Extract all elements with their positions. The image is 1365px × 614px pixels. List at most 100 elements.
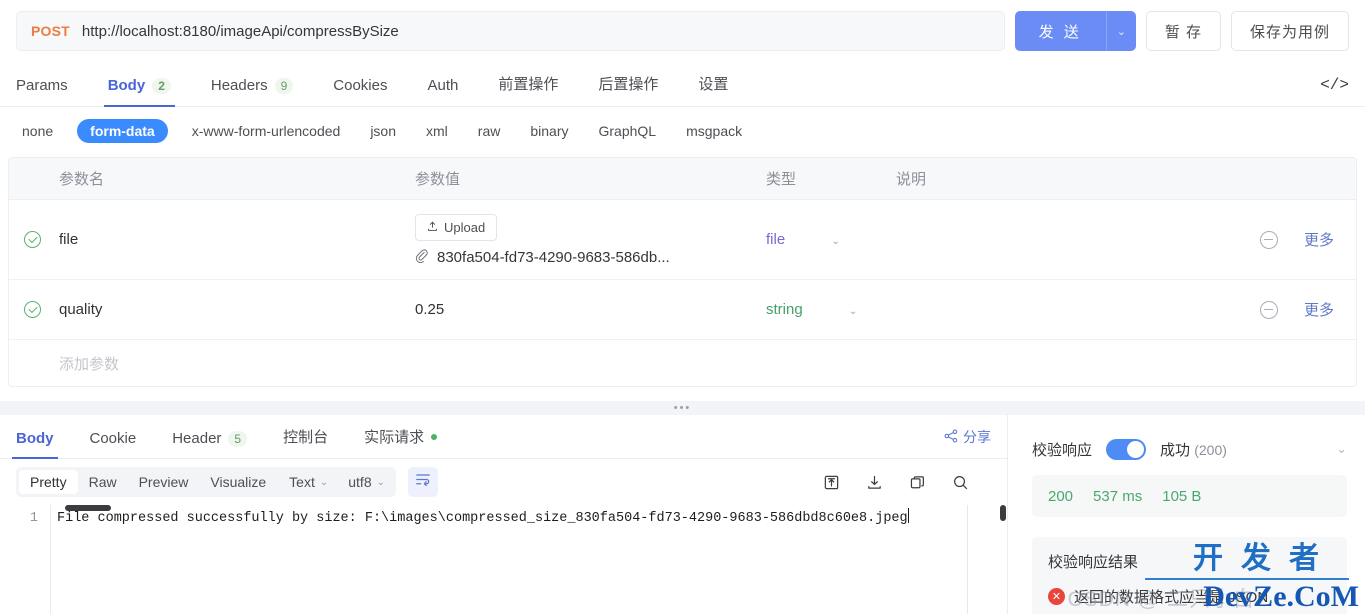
response-tab-cookie[interactable]: Cookie (90, 430, 137, 458)
share-button[interactable]: 分享 (944, 427, 991, 458)
request-tabs: Params Body 2 Headers 9 Cookies Auth 前置操… (0, 62, 1365, 107)
param-type-select[interactable]: string ⌄ (766, 301, 896, 318)
body-type-json[interactable]: json (364, 119, 402, 143)
body-type-xml[interactable]: xml (420, 119, 454, 143)
tab-pre-operation[interactable]: 前置操作 (498, 73, 558, 106)
chevron-down-icon[interactable]: ⌄ (849, 306, 857, 317)
http-method-label[interactable]: POST (31, 23, 70, 39)
export-icon[interactable] (823, 474, 840, 491)
body-type-msgpack[interactable]: msgpack (680, 119, 748, 143)
chevron-down-icon: ⌄ (376, 476, 385, 488)
remove-row-icon[interactable] (1259, 230, 1278, 249)
tab-label: 前置操作 (498, 76, 559, 93)
word-wrap-icon (415, 473, 431, 491)
metric-time: 537 ms (1093, 487, 1143, 505)
panel-splitter-handle[interactable]: ••• (0, 401, 1365, 415)
metric-size: 105 B (1162, 487, 1202, 505)
save-as-case-button[interactable]: 保存为用例 (1230, 11, 1349, 51)
tab-settings[interactable]: 设置 (698, 73, 728, 106)
response-tab-console[interactable]: 控制台 (283, 426, 328, 458)
editor-guide-line (967, 505, 968, 614)
line-number: 1 (29, 511, 38, 526)
response-body-text[interactable]: File compressed successfully by size: F:… (51, 505, 1007, 530)
body-type-binary[interactable]: binary (524, 119, 574, 143)
view-mode-group: Pretty Raw Preview Visualize Text ⌄ utf8… (16, 467, 396, 497)
validation-title: 校验响应 (1032, 441, 1093, 459)
row-actions: 更多 (1196, 299, 1356, 320)
response-tab-header[interactable]: Header 5 (172, 430, 248, 458)
view-mode-preview[interactable]: Preview (128, 470, 200, 494)
url-text[interactable]: http://localhost:8180/imageApi/compressB… (82, 23, 399, 40)
add-param-row[interactable]: 添加参数 (9, 340, 1356, 386)
tab-body[interactable]: Body 2 (103, 77, 176, 107)
row-more-button[interactable]: 更多 (1304, 229, 1334, 250)
tab-label: 设置 (698, 76, 729, 93)
tab-label: Body (107, 77, 146, 94)
url-input[interactable]: POST http://localhost:8180/imageApi/comp… (16, 11, 1005, 51)
download-icon[interactable] (866, 474, 883, 491)
copy-icon[interactable] (909, 474, 926, 491)
row-actions: 更多 (1196, 229, 1356, 250)
param-name-input[interactable]: quality (55, 301, 415, 318)
collapse-chevron-icon[interactable]: ⌄ (1336, 441, 1347, 457)
view-mode-pretty[interactable]: Pretty (19, 470, 78, 494)
validation-error-item: ✕ 返回的数据格式应当是 JSON (1048, 586, 1331, 607)
send-options-caret-icon[interactable]: ⌄ (1105, 11, 1136, 51)
body-type-graphql[interactable]: GraphQL (592, 119, 662, 143)
response-body-editor[interactable]: 1 File compressed successfully by size: … (0, 505, 1007, 614)
chevron-down-icon[interactable]: ⌄ (831, 236, 839, 247)
body-type-form-data[interactable]: form-data (77, 119, 168, 143)
tab-label: Cookies (333, 77, 388, 94)
tab-label: Auth (427, 77, 459, 94)
check-circle-icon (23, 231, 41, 248)
save-draft-button[interactable]: 暂 存 (1145, 11, 1221, 51)
response-tab-body[interactable]: Body (12, 430, 57, 459)
param-name-input[interactable]: file (55, 231, 415, 248)
response-left-pane: Body Cookie Header 5 控制台 实际请求 分享 Pretty … (0, 415, 1008, 614)
send-button[interactable]: 发 送 (1014, 11, 1106, 51)
header-param-value: 参数值 (415, 171, 461, 188)
body-type-x-www-form-urlencoded[interactable]: x-www-form-urlencoded (186, 119, 347, 143)
tab-label: 控制台 (283, 429, 329, 446)
body-type-none[interactable]: none (16, 119, 59, 143)
line-number-gutter: 1 (0, 505, 50, 614)
row-more-button[interactable]: 更多 (1304, 299, 1334, 320)
share-icon (944, 429, 958, 446)
charset-select[interactable]: utf8 ⌄ (336, 470, 393, 494)
tab-label: Cookie (89, 430, 137, 447)
response-tab-actual-request[interactable]: 实际请求 (364, 426, 438, 458)
tab-params[interactable]: Params (16, 77, 68, 106)
validation-panel: 校验响应 成功 (200) ⌄ 200 537 ms 105 B 校验响应结果 … (1008, 415, 1365, 614)
view-mode-raw[interactable]: Raw (78, 470, 128, 494)
word-wrap-toggle[interactable] (408, 467, 438, 497)
code-snippet-icon[interactable]: </> (1320, 76, 1349, 106)
response-section: Body Cookie Header 5 控制台 实际请求 分享 Pretty … (0, 415, 1365, 614)
view-mode-visualize[interactable]: Visualize (199, 470, 277, 494)
tab-badge: 2 (152, 77, 171, 94)
format-select[interactable]: Text ⌄ (277, 470, 336, 494)
body-type-raw[interactable]: raw (472, 119, 507, 143)
upload-button[interactable]: Upload (415, 213, 498, 241)
response-tabs: Body Cookie Header 5 控制台 实际请求 分享 (0, 415, 1007, 459)
tab-post-operation[interactable]: 后置操作 (598, 73, 658, 106)
param-value-input[interactable]: 0.25 (415, 301, 766, 318)
row-enabled-checkbox[interactable] (9, 231, 55, 248)
tab-headers[interactable]: Headers 9 (210, 77, 294, 106)
param-type-select[interactable]: file ⌄ (766, 231, 896, 248)
vertical-scrollbar[interactable] (999, 505, 1007, 614)
validation-toggle[interactable] (1106, 438, 1147, 460)
remove-row-icon[interactable] (1259, 300, 1278, 319)
validation-result-card: 校验响应结果 ✕ 返回的数据格式应当是 JSON (1032, 537, 1347, 614)
scrollbar-thumb[interactable] (1000, 505, 1006, 521)
header-param-desc: 说明 (896, 171, 927, 188)
tab-auth[interactable]: Auth (427, 77, 458, 106)
row-enabled-checkbox[interactable] (9, 301, 55, 318)
format-select-value: Text (289, 474, 315, 490)
tab-cookies[interactable]: Cookies (333, 77, 387, 106)
search-icon[interactable] (952, 474, 969, 491)
tab-label: Headers (210, 77, 268, 94)
add-param-input[interactable]: 添加参数 (55, 353, 415, 374)
uploaded-file-chip[interactable]: 830fa504-fd73-4290-9683-586db... (415, 249, 766, 266)
request-url-bar: POST http://localhost:8180/imageApi/comp… (0, 0, 1365, 62)
code-content[interactable]: File compressed successfully by size: F:… (50, 505, 1007, 614)
